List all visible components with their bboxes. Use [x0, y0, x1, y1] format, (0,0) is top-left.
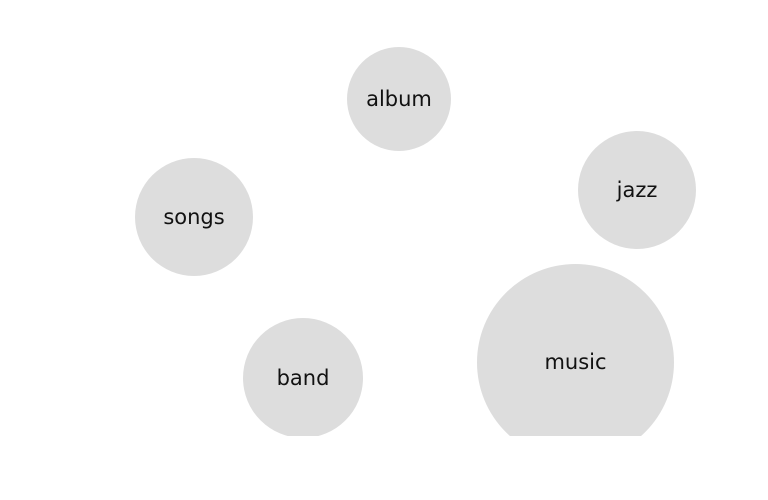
bubble-songs: songs [135, 158, 253, 276]
bubble-label: album [366, 86, 432, 111]
bubble-jazz: jazz [578, 131, 696, 249]
bubble-album: album [347, 47, 451, 151]
bubble-music: music [477, 264, 674, 436]
bubble-label: band [276, 365, 330, 390]
bubble-band: band [243, 318, 363, 436]
bubble-diagram: album jazz songs band music [0, 0, 768, 500]
diagram-clip-area: album jazz songs band music [0, 0, 768, 436]
bubble-label: songs [163, 204, 225, 229]
bubble-label: jazz [616, 177, 658, 202]
bubble-label: music [544, 350, 607, 374]
